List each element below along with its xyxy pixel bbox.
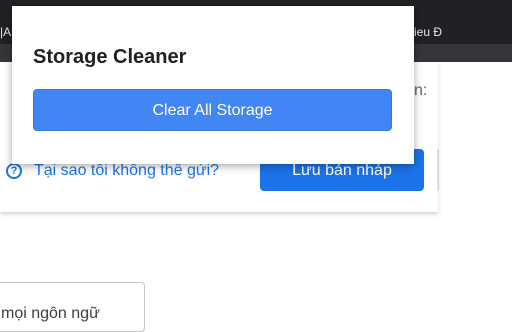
tab-label-right[interactable]: ieu Đ bbox=[414, 22, 454, 42]
help-link-label[interactable]: Tại sao tôi không thể gửi? bbox=[34, 162, 219, 180]
field-label: n: bbox=[414, 82, 428, 99]
tab-label-left[interactable]: |A bbox=[0, 22, 12, 42]
clear-all-storage-button[interactable]: Clear All Storage bbox=[33, 89, 392, 131]
language-select-value: mọi ngôn ngữ bbox=[1, 305, 100, 322]
divider bbox=[437, 149, 439, 191]
question-circle-icon: ? bbox=[6, 163, 22, 179]
language-select[interactable]: mọi ngôn ngữ bbox=[0, 282, 145, 332]
popup-title: Storage Cleaner bbox=[33, 46, 187, 68]
extension-popup: Storage Cleaner Clear All Storage bbox=[12, 6, 414, 164]
